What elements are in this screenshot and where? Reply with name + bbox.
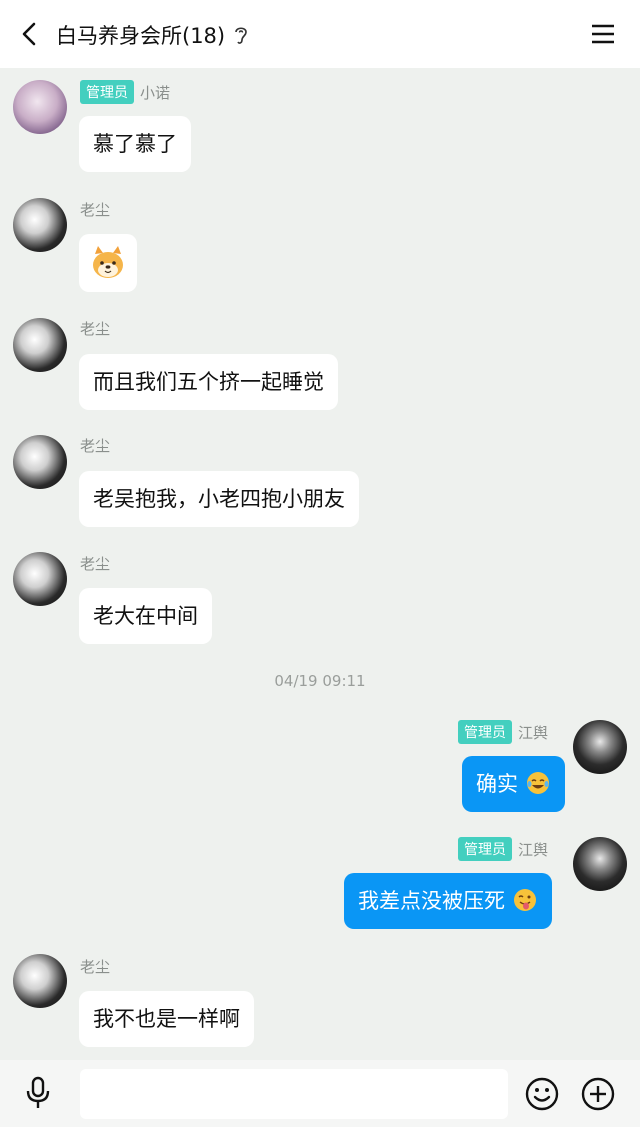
message-bubble[interactable]: 我差点没被压死 [344,873,552,929]
group-name: 白马养身会所(18) [56,24,226,48]
avatar[interactable] [13,318,67,372]
avatar[interactable] [13,552,67,606]
sender-name: 老尘 [80,320,111,338]
back-arrow-icon[interactable] [16,20,44,48]
ear-icon [233,24,249,46]
tongue-out-emoji [513,889,536,911]
message-text: 而且我们五个挤一起睡觉 [93,370,324,394]
message-input[interactable] [80,1069,508,1119]
emoji-icon[interactable] [524,1076,560,1112]
sender-name: 老尘 [80,201,111,219]
sender-name: 老尘 [80,437,111,455]
message-text: 我差点没被压死 [358,889,505,913]
menu-icon[interactable] [590,22,616,46]
sender-name: 老尘 [80,555,111,573]
avatar[interactable] [13,198,67,252]
message-bubble[interactable]: 慕了慕了 [79,116,191,172]
input-bar [0,1060,640,1127]
dog-face-emoji [93,246,123,278]
message-bubble[interactable]: 老吴抱我，小老四抱小朋友 [79,471,359,527]
plus-icon[interactable] [580,1076,616,1112]
timestamp: 04/19 09:11 [274,672,366,690]
message-text: 确实 [476,772,518,796]
avatar[interactable] [13,80,67,134]
chat-title[interactable]: 白马养身会所(18) [56,20,249,50]
message-text: 老大在中间 [93,604,198,628]
microphone-icon[interactable] [24,1076,52,1110]
sender-name: 老尘 [80,958,111,976]
avatar[interactable] [13,435,67,489]
sender-name: 江舆 [518,840,549,859]
message-text: 我不也是一样啊 [93,1007,240,1031]
chat-header: 白马养身会所(18) [0,0,640,68]
message-text: 老吴抱我，小老四抱小朋友 [93,487,345,511]
sender-name: 小诺 [140,83,171,102]
message-bubble[interactable]: 确实 [462,756,565,812]
sender-name: 江舆 [518,723,549,742]
laughing-tears-emoji [526,772,549,794]
avatar[interactable] [573,720,627,774]
admin-badge: 管理员 [458,837,512,861]
message-bubble[interactable]: 老大在中间 [79,588,212,644]
admin-badge: 管理员 [458,720,512,744]
message-bubble[interactable]: 而且我们五个挤一起睡觉 [79,354,338,410]
avatar[interactable] [13,954,67,1008]
message-bubble[interactable] [79,234,137,292]
message-list[interactable]: 管理员 小诺 慕了慕了 老尘 老尘 而且我们五个挤一起睡觉 老尘 老吴抱我，小老… [0,68,640,1060]
admin-badge: 管理员 [80,80,134,104]
avatar[interactable] [573,837,627,891]
message-bubble[interactable]: 我不也是一样啊 [79,991,254,1047]
message-text: 慕了慕了 [93,132,177,156]
